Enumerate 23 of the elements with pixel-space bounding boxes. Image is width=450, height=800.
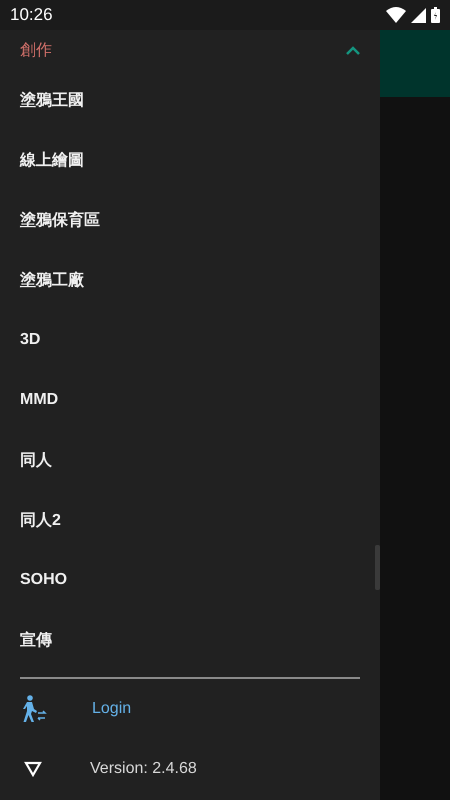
walking-person-icon: [22, 695, 48, 723]
menu-item[interactable]: 塗鴉保育區: [0, 190, 372, 250]
login-row[interactable]: Login: [0, 679, 380, 739]
battery-icon: [431, 7, 440, 23]
menu-item[interactable]: 線上繪圖: [0, 130, 372, 190]
scroll-bar: [375, 545, 380, 590]
chevron-up-icon[interactable]: [346, 46, 360, 54]
menu-item[interactable]: 3D: [0, 310, 372, 370]
section-title: 創作: [20, 40, 52, 60]
menu-item[interactable]: 塗鴉工廠: [0, 250, 372, 310]
section-header[interactable]: 創作: [0, 30, 380, 70]
menu-item[interactable]: 同人: [0, 430, 372, 490]
version-text: Version: 2.4.68: [90, 760, 197, 778]
menu-item[interactable]: SOHO: [0, 550, 372, 610]
app-bar: [380, 30, 450, 97]
menu-item[interactable]: 宣傳: [0, 610, 372, 670]
wifi-icon: [386, 7, 406, 23]
menu-item[interactable]: MMD: [0, 370, 372, 430]
menu-item[interactable]: 同人2: [0, 490, 372, 550]
menu-item[interactable]: 塗鴉王國: [0, 70, 372, 130]
signal-icon: [411, 8, 426, 22]
triangle-down-icon: [24, 761, 42, 777]
status-time: 10:26: [10, 5, 53, 25]
